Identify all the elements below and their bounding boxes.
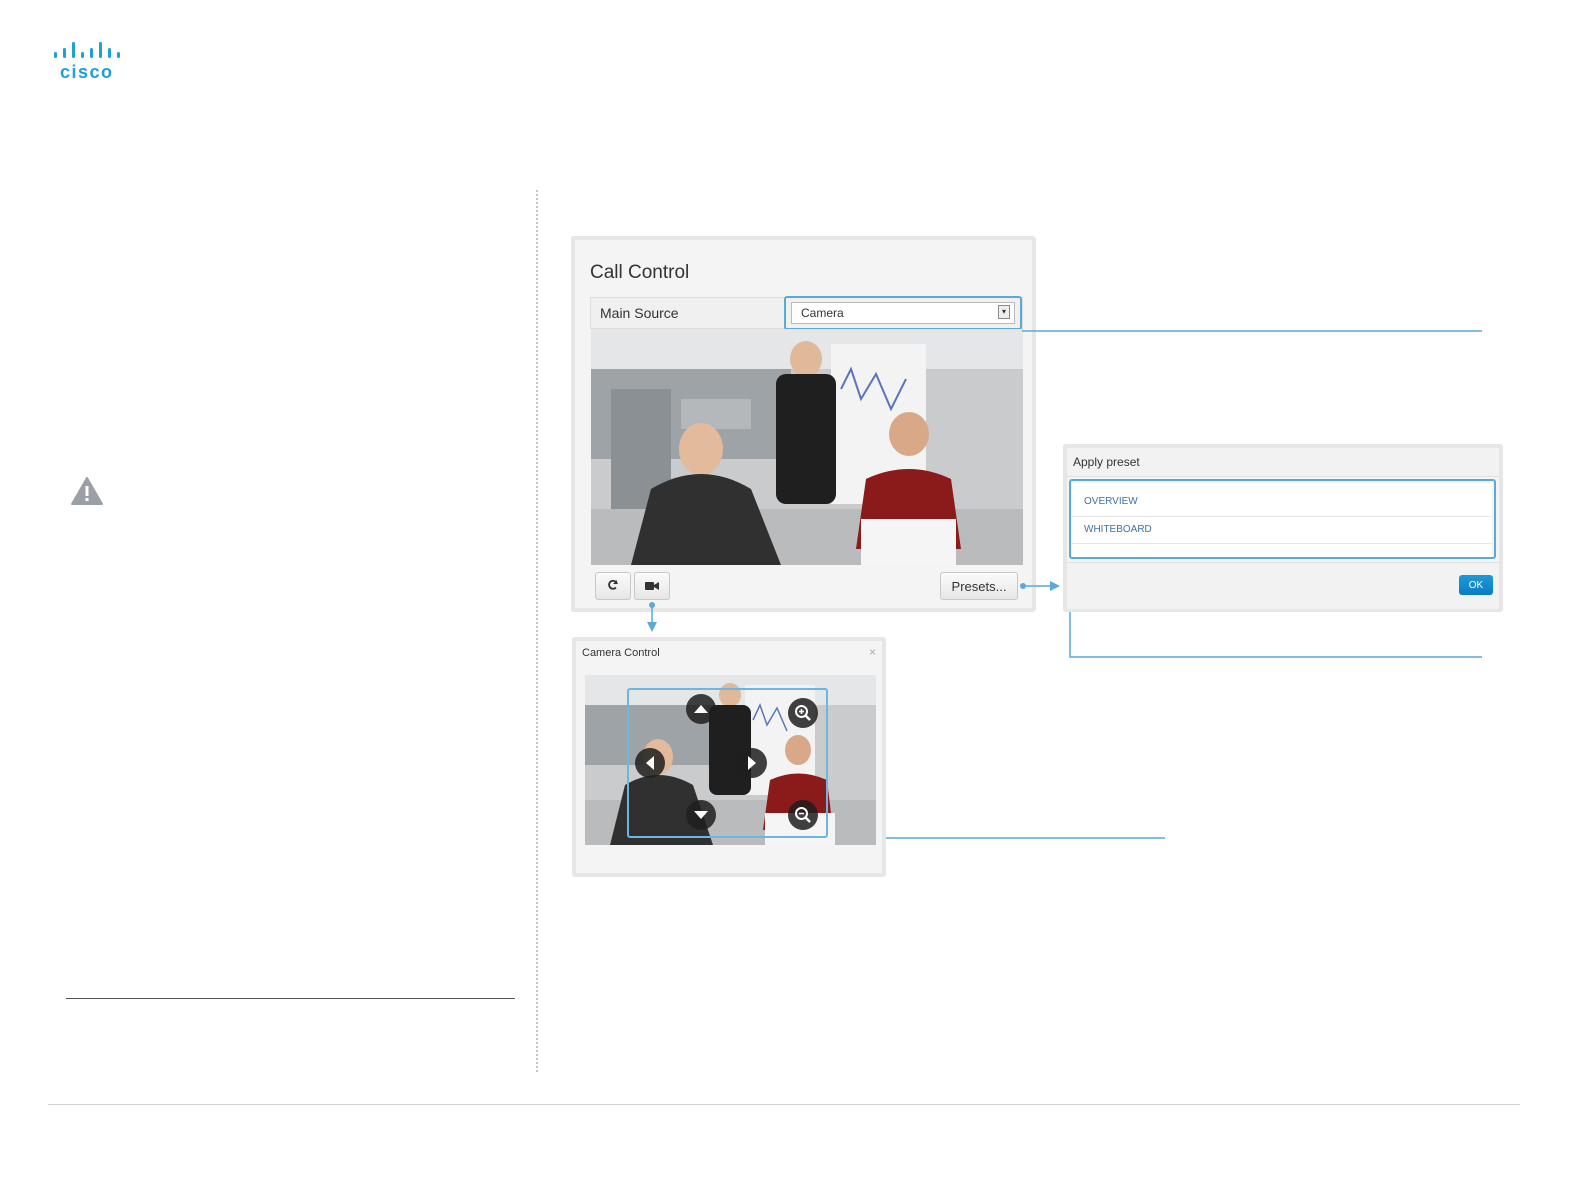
preset-list-callout bbox=[1069, 479, 1496, 559]
zoom-in-icon[interactable] bbox=[788, 698, 818, 728]
arrow-right-icon[interactable] bbox=[737, 748, 767, 778]
arrow-left-icon[interactable] bbox=[635, 748, 665, 778]
zoom-out-icon[interactable] bbox=[788, 800, 818, 830]
close-icon[interactable]: × bbox=[869, 645, 876, 659]
apply-preset-title: Apply preset bbox=[1073, 455, 1140, 469]
arrow-down-icon[interactable] bbox=[686, 800, 716, 830]
apply-preset-footer bbox=[1067, 562, 1499, 609]
camera-control-title: Camera Control bbox=[582, 647, 660, 659]
ok-button[interactable]: OK bbox=[1459, 575, 1493, 595]
arrow-up-icon[interactable] bbox=[686, 694, 716, 724]
